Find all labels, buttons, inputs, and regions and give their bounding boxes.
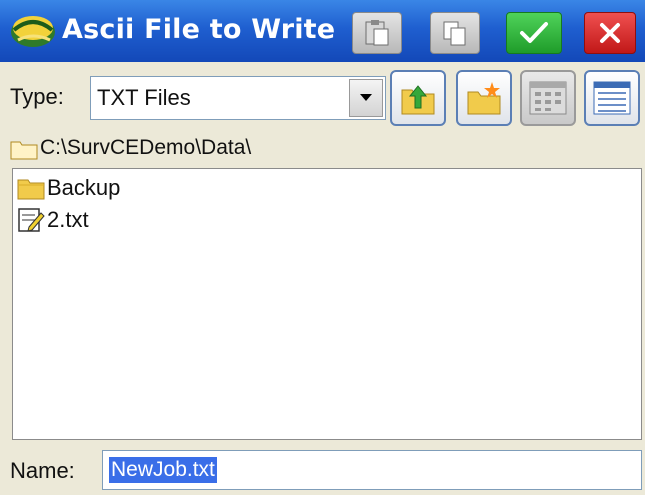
file-name: Backup <box>47 175 121 200</box>
folder-icon <box>10 141 38 160</box>
new-folder-button[interactable] <box>456 70 512 126</box>
paste-button[interactable] <box>352 12 402 54</box>
list-view-icon <box>529 81 567 115</box>
copy-button[interactable] <box>430 12 480 54</box>
paste-icon <box>365 20 389 46</box>
text-file-icon <box>18 208 45 232</box>
details-view-icon <box>593 81 631 115</box>
details-view-button[interactable] <box>584 70 640 126</box>
title-bar: Ascii File to Write <box>0 0 645 62</box>
checkmark-icon <box>520 22 548 43</box>
file-type-row: Type: TXT Files <box>0 62 645 130</box>
folder-icon <box>17 179 45 200</box>
folder-up-icon <box>401 85 435 115</box>
file-name-row: Name: NewJob.txt <box>0 444 645 495</box>
name-label: Name: <box>10 458 75 483</box>
ok-button[interactable] <box>506 12 562 54</box>
file-type-value: TXT Files <box>97 85 191 110</box>
type-label: Type: <box>10 84 64 109</box>
list-view-button[interactable] <box>520 70 576 126</box>
dropdown-arrow-button[interactable] <box>349 79 383 117</box>
app-logo-icon <box>11 16 55 47</box>
chevron-down-icon <box>360 94 372 101</box>
new-folder-icon <box>467 82 501 115</box>
file-name: 2.txt <box>47 207 89 232</box>
window-title: Ascii File to Write <box>62 14 336 45</box>
close-icon <box>600 23 620 43</box>
current-path: C:\SurvCEDemo\Data\ <box>40 136 252 159</box>
file-name-input[interactable]: NewJob.txt <box>102 450 642 490</box>
file-type-dropdown[interactable]: TXT Files <box>90 76 386 120</box>
file-name-value: NewJob.txt <box>109 457 217 483</box>
folder-up-button[interactable] <box>390 70 446 126</box>
copy-icon <box>443 21 466 46</box>
cancel-button[interactable] <box>584 12 636 54</box>
file-list[interactable]: Backup 2.txt <box>12 168 642 440</box>
path-bar: C:\SurvCEDemo\Data\ <box>0 130 645 168</box>
